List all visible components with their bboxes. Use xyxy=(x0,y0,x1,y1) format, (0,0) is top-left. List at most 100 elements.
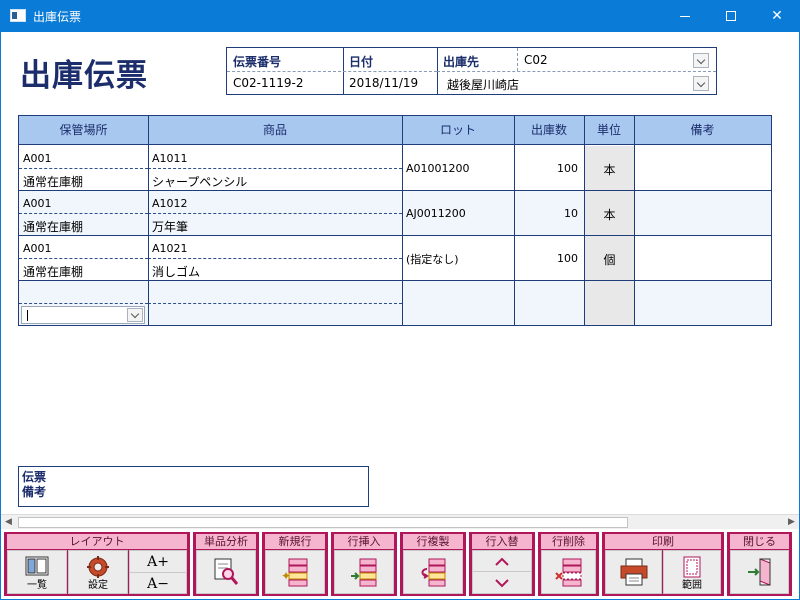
divider xyxy=(19,258,148,259)
minimize-button[interactable] xyxy=(662,0,708,32)
detail-grid: 保管場所 商品 ロット 出庫数 単位 備考 A001 通常在庫棚 A1011 シ… xyxy=(18,115,772,326)
minimize-icon xyxy=(680,15,690,17)
lot-cell[interactable]: (指定なし) xyxy=(406,251,459,267)
page-range-icon xyxy=(683,556,701,578)
location-name[interactable]: 通常在庫棚 xyxy=(23,218,83,235)
location-code[interactable]: A001 xyxy=(23,152,52,165)
item-analysis-button[interactable] xyxy=(196,550,256,594)
close-button[interactable] xyxy=(730,550,789,594)
destination-name-field[interactable]: 越後屋川崎店 xyxy=(447,76,519,93)
delete-row-group-title: 行削除 xyxy=(541,534,596,549)
maximize-button[interactable] xyxy=(708,0,754,32)
unit-cell[interactable]: 個 xyxy=(585,251,634,268)
delete-row-button[interactable] xyxy=(541,550,596,594)
arrow-up-icon xyxy=(495,557,509,566)
copy-row-button[interactable] xyxy=(403,550,463,594)
new-input-row[interactable] xyxy=(19,281,771,325)
table-row[interactable]: A001 通常在庫棚 A1012 万年筆 AJ0011200 10 本 xyxy=(19,191,771,236)
text-cursor xyxy=(27,310,28,321)
copy-row-group-title: 行複製 xyxy=(403,534,463,549)
grid-header: 保管場所 商品 ロット 出庫数 単位 備考 xyxy=(19,116,771,145)
date-label: 日付 xyxy=(349,55,374,69)
new-row-group-title: 新規行 xyxy=(265,534,325,549)
duplicate-row-icon xyxy=(421,558,446,587)
column-header-location[interactable]: 保管場所 xyxy=(19,116,148,145)
window-title: 出庫伝票 xyxy=(33,10,82,24)
move-row-down-button[interactable] xyxy=(473,573,531,593)
maximize-icon xyxy=(726,11,736,21)
column-header-lot[interactable]: ロット xyxy=(402,116,514,145)
settings-button[interactable]: 設定 xyxy=(68,550,128,594)
horizontal-scrollbar[interactable]: ◀ ▶ xyxy=(1,514,799,529)
insert-row-button[interactable] xyxy=(334,550,394,594)
swap-row-buttons xyxy=(472,550,532,594)
table-row[interactable]: A001 通常在庫棚 A1021 消しゴム (指定なし) 100 個 xyxy=(19,236,771,281)
move-row-up-button[interactable] xyxy=(473,551,531,572)
location-name-combo[interactable] xyxy=(21,306,145,324)
location-code[interactable]: A001 xyxy=(23,197,52,210)
divider xyxy=(19,213,148,214)
divider xyxy=(634,116,635,325)
lot-cell[interactable]: AJ0011200 xyxy=(406,207,466,220)
exit-door-icon xyxy=(747,558,770,586)
layout-group-title: レイアウト xyxy=(7,534,187,549)
swap-row-group: 行入替 xyxy=(469,532,535,596)
gear-icon xyxy=(87,556,109,578)
date-field[interactable]: 2018/11/19 xyxy=(349,76,418,90)
column-header-unit[interactable]: 単位 xyxy=(584,116,634,145)
bottom-toolbar: レイアウト 一覧 設定 A+ A− 単品分析 新規行 ✦ 行挿入 行複製 行入替… xyxy=(1,530,799,599)
new-row-icon: ✦ xyxy=(281,558,308,587)
new-row-button[interactable]: ✦ xyxy=(265,550,325,594)
destination-code-field[interactable]: C02 xyxy=(524,53,548,67)
destination-code-dropdown[interactable] xyxy=(693,53,709,68)
layout-group: レイアウト 一覧 設定 A+ A− xyxy=(4,532,190,596)
print-range-button[interactable]: 範囲 xyxy=(663,550,721,594)
qty-cell[interactable]: 100 xyxy=(514,162,578,175)
slip-remarks-label: 伝票 備考 xyxy=(22,470,47,499)
location-name[interactable]: 通常在庫棚 xyxy=(23,263,83,280)
column-header-qty[interactable]: 出庫数 xyxy=(514,116,584,145)
swap-row-group-title: 行入替 xyxy=(472,534,532,549)
slip-remarks-box[interactable]: 伝票 備考 xyxy=(18,466,369,507)
item-name[interactable]: シャープペンシル xyxy=(152,173,247,190)
column-header-note[interactable]: 備考 xyxy=(634,116,771,145)
divider xyxy=(227,71,437,72)
copy-row-group: 行複製 xyxy=(400,532,466,596)
print-range-label: 範囲 xyxy=(682,580,702,591)
item-code[interactable]: A1011 xyxy=(152,152,188,165)
column-header-item[interactable]: 商品 xyxy=(148,116,402,145)
font-size-buttons: A+ A− xyxy=(129,550,187,594)
scroll-left-icon[interactable]: ◀ xyxy=(1,515,16,530)
list-view-button[interactable]: 一覧 xyxy=(7,550,67,594)
item-name[interactable]: 万年筆 xyxy=(152,218,188,235)
item-name[interactable]: 消しゴム xyxy=(152,263,200,280)
unit-cell[interactable]: 本 xyxy=(585,206,634,223)
destination-label: 出庫先 xyxy=(443,55,480,69)
scroll-right-icon[interactable]: ▶ xyxy=(784,515,799,530)
font-decrease-button[interactable]: A− xyxy=(130,573,186,595)
insert-row-group: 行挿入 xyxy=(331,532,397,596)
close-window-button[interactable]: ✕ xyxy=(754,0,800,32)
item-code[interactable]: A1021 xyxy=(152,242,188,255)
font-increase-button[interactable]: A+ xyxy=(130,551,186,573)
chevron-down-icon[interactable] xyxy=(127,308,143,322)
destination-name-dropdown[interactable] xyxy=(693,76,709,91)
scroll-thumb[interactable] xyxy=(18,517,628,528)
divider xyxy=(437,71,716,72)
table-row[interactable]: A001 通常在庫棚 A1011 シャープペンシル A01001200 100 … xyxy=(19,146,771,191)
magnifier-icon xyxy=(214,558,239,585)
unit-cell[interactable]: 本 xyxy=(585,161,634,178)
print-button[interactable] xyxy=(605,550,662,594)
lot-cell[interactable]: A01001200 xyxy=(406,162,470,175)
arrow-down-icon xyxy=(495,579,509,588)
printer-icon xyxy=(620,558,647,586)
location-code[interactable]: A001 xyxy=(23,242,52,255)
item-code[interactable]: A1012 xyxy=(152,197,188,210)
location-name[interactable]: 通常在庫棚 xyxy=(23,173,83,190)
qty-cell[interactable]: 10 xyxy=(514,207,578,220)
app-icon xyxy=(10,9,26,22)
analysis-group: 単品分析 xyxy=(193,532,259,596)
slip-no-field[interactable]: C02-1119-2 xyxy=(233,76,303,90)
divider xyxy=(148,303,402,304)
qty-cell[interactable]: 100 xyxy=(514,252,578,265)
